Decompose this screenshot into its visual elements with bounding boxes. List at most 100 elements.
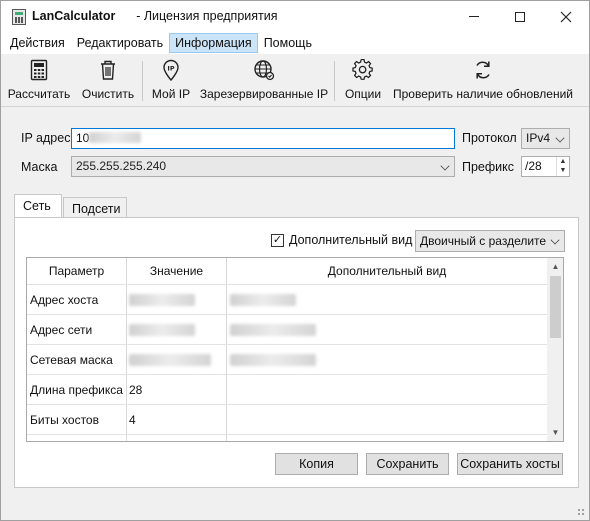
close-button[interactable]: [543, 1, 589, 32]
app-name: LanCalculator: [32, 9, 116, 23]
my-ip-button[interactable]: IP Мой IP: [150, 57, 192, 105]
table-row[interactable]: Адрес сети: [27, 314, 547, 344]
menu-actions[interactable]: Действия: [4, 33, 71, 53]
protocol-select[interactable]: IPv4: [521, 128, 570, 149]
copy-button[interactable]: Копия: [275, 453, 358, 475]
extra-cell: [227, 285, 547, 315]
checkbox-check-icon: ✓: [271, 233, 284, 247]
extra-view-checkbox[interactable]: ✓ Дополнительный вид: [271, 233, 412, 247]
chevron-down-icon: [440, 161, 450, 171]
options-label: Опции: [344, 87, 382, 101]
param-cell: Сетевая маска: [30, 353, 113, 367]
app-window: LanCalculator - Лицензия предприятия Дей…: [0, 0, 590, 521]
redacted-value: [230, 354, 316, 366]
table-row[interactable]: Биты хостов 4: [27, 404, 547, 434]
view-mode-select[interactable]: Двоичный с разделите: [415, 230, 565, 252]
value-cell: 4: [129, 413, 136, 427]
mask-select[interactable]: 255.255.255.240: [71, 156, 455, 177]
redacted-value: [129, 354, 211, 366]
license-text: - Лицензия предприятия: [136, 9, 278, 23]
view-mode-value: Двоичный с разделите: [420, 234, 547, 248]
minimize-button[interactable]: [451, 1, 497, 32]
scroll-thumb[interactable]: [550, 276, 561, 338]
spinner-buttons: ▲ ▼: [556, 157, 569, 176]
extra-view-label: Дополнительный вид: [289, 233, 413, 247]
table-row[interactable]: Адрес хоста: [27, 284, 547, 314]
extra-cell: [227, 315, 547, 345]
reserved-ip-button[interactable]: Зарезервированные IP: [200, 57, 328, 105]
chevron-down-icon: [555, 133, 565, 143]
check-updates-button[interactable]: Проверить наличие обновлений: [392, 57, 574, 105]
ip-address-input[interactable]: 10: [71, 128, 455, 149]
clear-label: Очистить: [81, 87, 135, 101]
table-row[interactable]: Длина префикса 28: [27, 374, 547, 404]
table-row-partial[interactable]: [27, 434, 547, 441]
ip-label: IP адрес: [21, 131, 71, 145]
extra-cell: [227, 375, 547, 405]
maximize-icon: [515, 11, 525, 22]
window-title: LanCalculator - Лицензия предприятия: [32, 9, 278, 23]
table-row[interactable]: Сетевая маска: [27, 344, 547, 374]
refresh-icon: [473, 57, 493, 83]
trash-icon: [99, 57, 117, 83]
toolbar-separator: [334, 61, 335, 101]
menu-info[interactable]: Информация: [169, 33, 258, 53]
spin-down-icon[interactable]: ▼: [557, 166, 569, 175]
menu-help[interactable]: Помощь: [258, 33, 318, 53]
value-cell: [126, 315, 226, 345]
header-param[interactable]: Параметр: [27, 258, 126, 284]
protocol-value: IPv4: [526, 131, 551, 145]
globe-icon: [253, 57, 275, 83]
clear-button[interactable]: Очистить: [80, 57, 136, 105]
prefix-label: Префикс: [462, 160, 515, 174]
protocol-label: Протокол: [462, 131, 517, 145]
extra-cell: [227, 345, 547, 375]
my-ip-label: Мой IP: [151, 87, 191, 101]
redacted-value: [129, 324, 195, 336]
prefix-spinner[interactable]: /28 ▲ ▼: [521, 156, 570, 177]
results-table: Параметр Значение Дополнительный вид Адр…: [26, 257, 564, 442]
header-extra[interactable]: Дополнительный вид: [227, 258, 547, 284]
title-bar: LanCalculator - Лицензия предприятия: [1, 1, 589, 32]
status-bar: [1, 489, 589, 520]
menu-edit[interactable]: Редактировать: [71, 33, 169, 53]
save-button[interactable]: Сохранить: [366, 453, 449, 475]
minimize-icon: [469, 16, 479, 17]
scroll-down-icon[interactable]: ▼: [547, 424, 563, 441]
mask-value: 255.255.255.240: [76, 159, 167, 173]
resize-grip-icon[interactable]: [577, 508, 585, 516]
redacted-value: [230, 294, 296, 306]
options-button[interactable]: Опции: [342, 57, 384, 105]
svg-text:IP: IP: [167, 65, 174, 73]
toolbar: Рассчитать Очистить IP Мой IP Зарезервир…: [1, 55, 589, 107]
value-cell: [126, 285, 226, 315]
prefix-value: /28: [525, 159, 542, 173]
menu-bar: Действия Редактировать Информация Помощь: [1, 32, 589, 54]
ip-address-value: 10: [76, 131, 90, 145]
param-cell: Биты хостов: [30, 413, 99, 427]
redacted-value: [129, 294, 195, 306]
table-scrollbar[interactable]: ▲ ▼: [547, 258, 563, 441]
tab-network[interactable]: Сеть: [14, 194, 62, 219]
close-icon: [560, 11, 572, 22]
value-cell: 28: [129, 383, 143, 397]
spin-up-icon[interactable]: ▲: [557, 157, 569, 166]
param-cell: Адрес хоста: [30, 293, 99, 307]
calculate-button[interactable]: Рассчитать: [8, 57, 70, 105]
redacted-ip: [89, 132, 142, 143]
value-cell: [126, 345, 226, 375]
scroll-up-icon[interactable]: ▲: [547, 258, 563, 275]
save-hosts-button[interactable]: Сохранить хосты: [457, 453, 563, 475]
mask-label: Маска: [21, 160, 58, 174]
check-updates-label: Проверить наличие обновлений: [393, 87, 573, 101]
location-pin-icon: IP: [162, 57, 180, 83]
reserved-ip-label: Зарезервированные IP: [199, 87, 329, 101]
header-value[interactable]: Значение: [127, 258, 226, 284]
param-cell: Длина префикса: [30, 383, 123, 397]
calculator-icon: [30, 57, 48, 83]
maximize-button[interactable]: [497, 1, 543, 32]
tab-subnets[interactable]: Подсети: [63, 197, 127, 219]
param-cell: Адрес сети: [30, 323, 93, 337]
calculate-label: Рассчитать: [7, 87, 71, 101]
toolbar-separator: [142, 61, 143, 101]
